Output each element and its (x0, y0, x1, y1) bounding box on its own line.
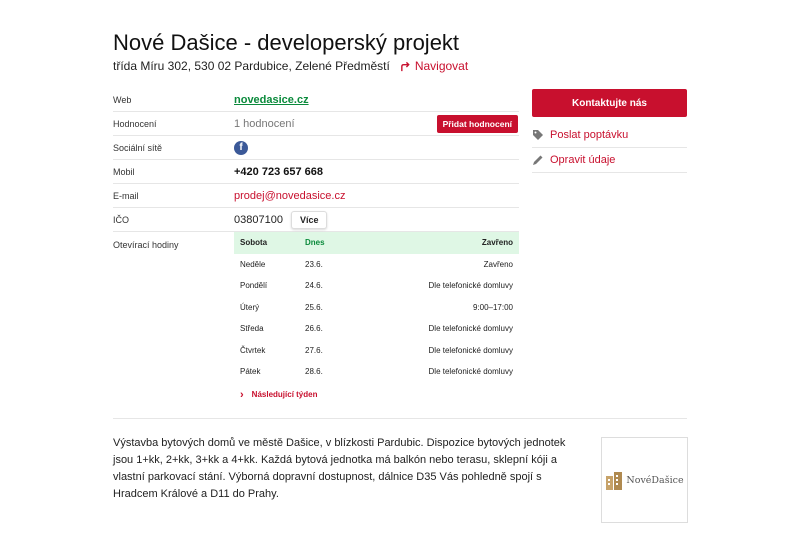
navigate-link[interactable]: Navigovat (400, 59, 468, 73)
rating-count[interactable]: 1 hodnocení (234, 118, 295, 130)
row-ico: IČO 03807100 Více (113, 208, 519, 232)
hours-date: 24.6. (305, 281, 323, 291)
web-link[interactable]: novedasice.cz (234, 94, 309, 106)
navigate-label: Navigovat (414, 59, 469, 73)
hours-row: Pondělí 24.6. Dle telefonické domluvy (234, 275, 519, 297)
row-mobile: Mobil +420 723 657 668 (113, 160, 519, 184)
web-label: Web (113, 94, 132, 105)
hours-status: Dle telefonické domluvy (428, 345, 513, 355)
add-rating-button[interactable]: Přidat hodnocení (436, 115, 518, 133)
address-text: třída Míru 302, 530 02 Pardubice, Zelené… (113, 59, 390, 73)
mobile-label: Mobil (113, 166, 135, 177)
social-label: Sociální sítě (113, 142, 163, 153)
hours-date: 23.6. (305, 259, 323, 269)
ico-value: 03807100 (234, 213, 283, 226)
hours-row: Pátek 28.6. Dle telefonické domluvy (234, 361, 519, 383)
facebook-icon[interactable]: f (234, 140, 248, 155)
ico-label: IČO (113, 214, 130, 225)
hours-row: Čtvrtek 27.6. Dle telefonické domluvy (234, 340, 519, 362)
more-button[interactable]: Více (290, 210, 328, 229)
send-inquiry-link[interactable]: Poslat poptávku (532, 123, 687, 148)
address-line: třída Míru 302, 530 02 Pardubice, Zelené… (113, 59, 468, 73)
next-week-label: Následující týden (251, 390, 318, 399)
edit-info-label: Opravit údaje (550, 154, 616, 166)
pencil-icon (533, 155, 543, 165)
hours-row: Úterý 25.6. 9:00–17:00 (234, 297, 519, 319)
page-title: Nové Dašice - developerský projekt (113, 30, 460, 55)
hours-day: Neděle (240, 259, 266, 269)
company-logo[interactable]: NovéDašice (601, 437, 688, 523)
hours-day: Čtvrtek (240, 345, 266, 355)
hours-status: Dle telefonické domluvy (428, 367, 513, 377)
row-web: Web novedasice.cz (113, 88, 519, 112)
phone-link[interactable]: +420 723 657 668 (234, 166, 323, 178)
hours-status: Dle telefonické domluvy (428, 324, 513, 334)
hours-day: Úterý (240, 302, 260, 312)
tag-icon (533, 130, 543, 140)
row-social: Sociální sítě f (113, 136, 519, 160)
divider (113, 418, 687, 419)
hours-date: 25.6. (305, 302, 323, 312)
hours-status: Dle telefonické domluvy (428, 281, 513, 291)
hours-label: Otevírací hodiny (113, 240, 179, 250)
hours-day: Sobota (240, 238, 268, 248)
hours-day: Středa (240, 324, 264, 334)
building-logo-icon (606, 472, 623, 490)
description: Výstavba bytových domů ve městě Dašice, … (113, 437, 566, 500)
hours-status: 9:00–17:00 (472, 302, 513, 312)
hours-date: Dnes (305, 238, 325, 248)
hours-date: 27.6. (305, 345, 323, 355)
email-link[interactable]: prodej@novedasice.cz (234, 190, 345, 202)
hours-row: Neděle 23.6. Zavřeno (234, 254, 519, 276)
row-email: E-mail prodej@novedasice.cz (113, 184, 519, 208)
hours-status: Zavřeno (481, 238, 513, 248)
edit-info-link[interactable]: Opravit údaje (532, 148, 687, 173)
hours-status: Zavřeno (483, 259, 513, 269)
chevron-right-icon: › (240, 388, 244, 401)
hours-day: Pátek (240, 367, 261, 377)
row-hours: Otevírací hodiny Sobota Dnes Zavřeno Ned… (113, 232, 519, 407)
rating-label: Hodnocení (113, 118, 157, 129)
hours-row: Středa 26.6. Dle telefonické domluvy (234, 318, 519, 340)
hours-row-today: Sobota Dnes Zavřeno (234, 232, 519, 254)
next-week-link[interactable]: › Následující týden (234, 383, 519, 407)
email-label: E-mail (113, 190, 139, 201)
navigate-icon (400, 61, 410, 71)
send-inquiry-label: Poslat poptávku (550, 129, 629, 141)
contact-button[interactable]: Kontaktujte nás (532, 89, 687, 117)
row-rating: Hodnocení 1 hodnocení Přidat hodnocení (113, 112, 519, 136)
side-panel: Kontaktujte nás Poslat poptávku Opravit … (532, 89, 687, 173)
info-table: Web novedasice.cz Hodnocení 1 hodnocení … (113, 88, 519, 407)
hours-date: 26.6. (305, 324, 323, 334)
hours-day: Pondělí (240, 281, 268, 291)
logo-text: NovéDašice (626, 474, 684, 486)
hours-table: Sobota Dnes Zavřeno Neděle 23.6. Zavřeno… (234, 232, 519, 407)
hours-date: 28.6. (305, 367, 323, 377)
